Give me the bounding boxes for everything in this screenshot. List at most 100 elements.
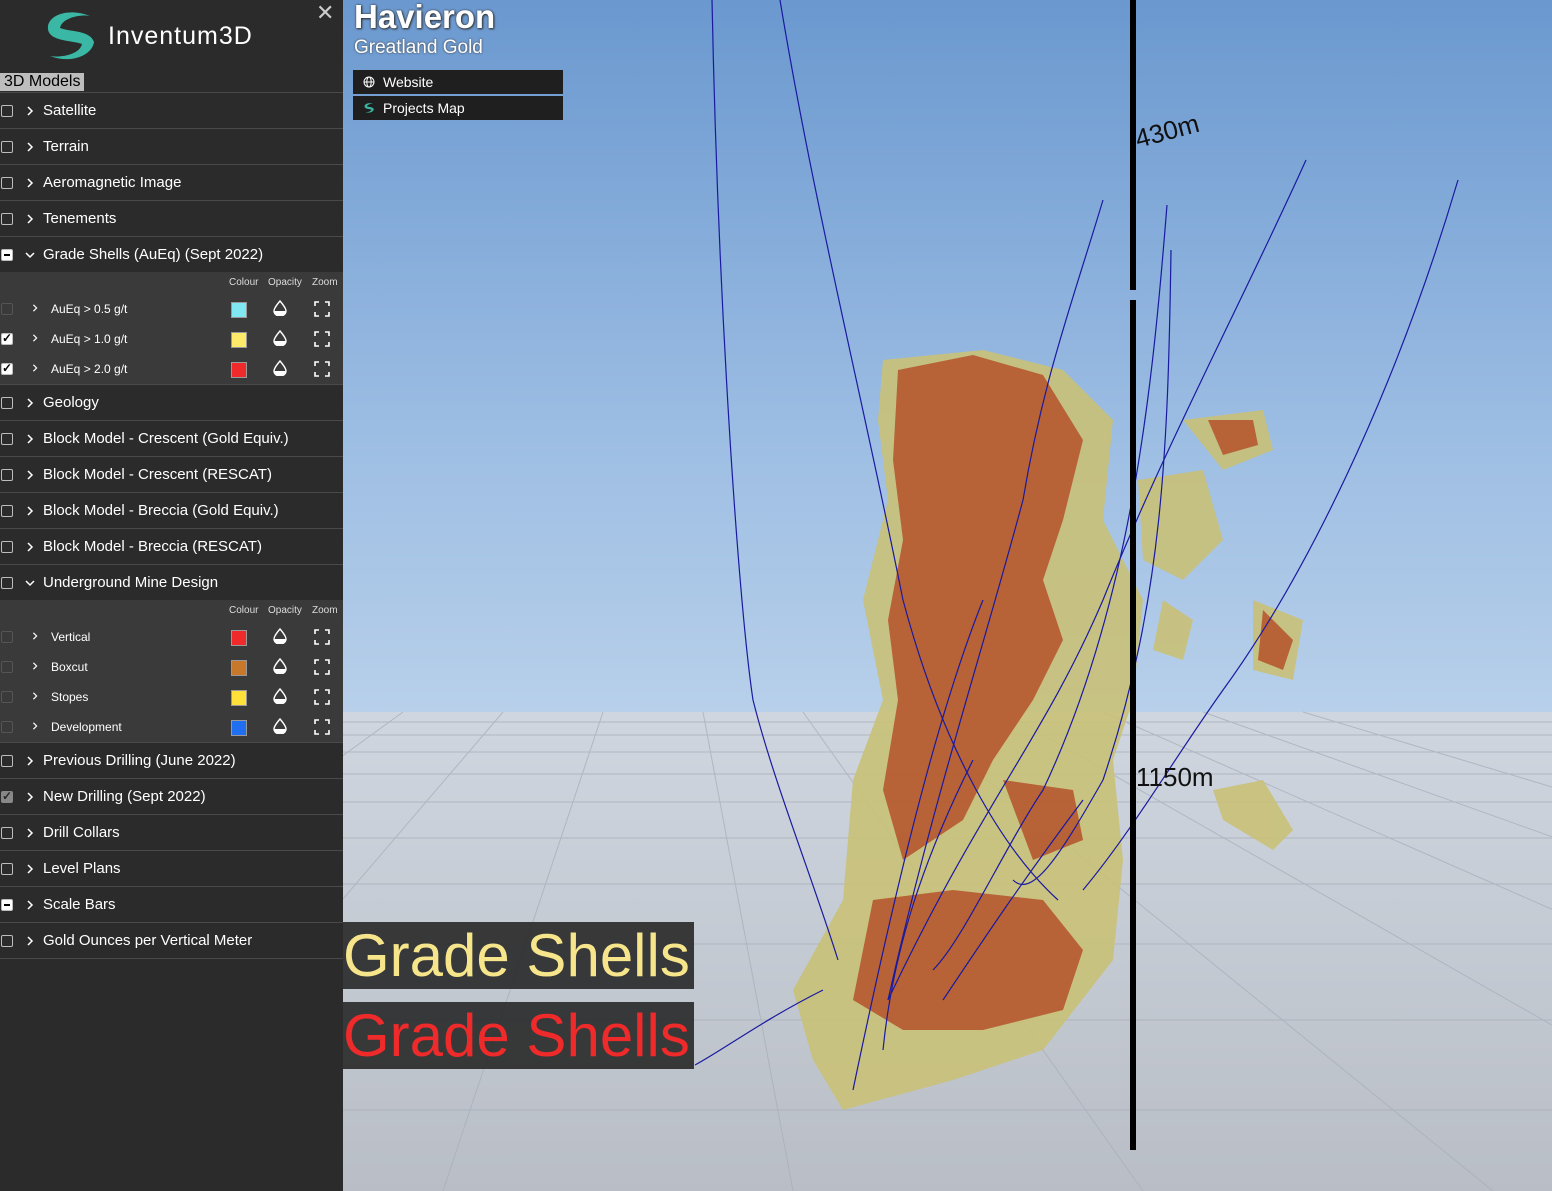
- sublayer-checkbox[interactable]: [1, 661, 13, 673]
- sublayer-aueq-1-0-g-t[interactable]: AuEq > 1.0 g/t: [0, 324, 343, 354]
- layer-checkbox[interactable]: [1, 576, 13, 589]
- layer-tenements[interactable]: Tenements: [0, 200, 343, 236]
- colour-swatch[interactable]: [231, 720, 247, 736]
- zoom-extent-icon[interactable]: [314, 659, 330, 675]
- tab-3d-models[interactable]: 3D Models: [0, 73, 85, 91]
- chevron-right-icon[interactable]: [31, 690, 41, 704]
- layer-checkbox[interactable]: [1, 540, 13, 553]
- layer-checkbox[interactable]: [1, 212, 13, 225]
- chevron-right-icon[interactable]: [31, 660, 41, 674]
- layer-grade-shells-aueq-sept-2022[interactable]: Grade Shells (AuEq) (Sept 2022): [0, 236, 343, 272]
- chevron-right-icon[interactable]: [25, 139, 35, 155]
- chevron-right-icon[interactable]: [25, 395, 35, 411]
- colour-swatch[interactable]: [231, 690, 247, 706]
- chevron-right-icon[interactable]: [25, 789, 35, 805]
- layer-gold-ounces-per-vertical-meter[interactable]: Gold Ounces per Vertical Meter: [0, 922, 343, 959]
- layer-block-model-crescent-gold-equiv[interactable]: Block Model - Crescent (Gold Equiv.): [0, 420, 343, 456]
- opacity-drop-icon[interactable]: [273, 627, 287, 645]
- close-icon[interactable]: ✕: [316, 0, 334, 26]
- chevron-down-icon[interactable]: [25, 247, 35, 263]
- chevron-right-icon[interactable]: [25, 753, 35, 769]
- chevron-right-icon[interactable]: [31, 720, 41, 734]
- sublayer-aueq-2-0-g-t[interactable]: AuEq > 2.0 g/t: [0, 354, 343, 384]
- zoom-extent-icon[interactable]: [314, 719, 330, 735]
- zoom-extent-icon[interactable]: [314, 331, 330, 347]
- colour-swatch[interactable]: [231, 660, 247, 676]
- colour-swatch[interactable]: [231, 362, 247, 378]
- chevron-right-icon[interactable]: [25, 211, 35, 227]
- layer-checkbox[interactable]: [1, 248, 13, 261]
- zoom-extent-icon[interactable]: [314, 689, 330, 705]
- layer-checkbox[interactable]: [1, 934, 13, 947]
- sublayer-boxcut[interactable]: Boxcut: [0, 652, 343, 682]
- chevron-right-icon[interactable]: [25, 503, 35, 519]
- chevron-right-icon[interactable]: [25, 861, 35, 877]
- layer-underground-mine-design[interactable]: Underground Mine Design: [0, 564, 343, 600]
- sublayer-aueq-0-5-g-t[interactable]: AuEq > 0.5 g/t: [0, 294, 343, 324]
- sublayer-development[interactable]: Development: [0, 712, 343, 742]
- chevron-right-icon[interactable]: [31, 362, 41, 376]
- zoom-extent-icon[interactable]: [314, 361, 330, 377]
- sublayer-label: AuEq > 2.0 g/t: [51, 362, 128, 376]
- layer-checkbox[interactable]: [1, 826, 13, 839]
- chevron-right-icon[interactable]: [31, 332, 41, 346]
- colour-swatch[interactable]: [231, 630, 247, 646]
- layer-level-plans[interactable]: Level Plans: [0, 850, 343, 886]
- zoom-extent-icon[interactable]: [314, 301, 330, 317]
- layer-block-model-breccia-gold-equiv[interactable]: Block Model - Breccia (Gold Equiv.): [0, 492, 343, 528]
- layer-checkbox[interactable]: [1, 504, 13, 517]
- chevron-right-icon[interactable]: [25, 467, 35, 483]
- chevron-right-icon[interactable]: [25, 431, 35, 447]
- layer-checkbox[interactable]: [1, 789, 13, 803]
- opacity-drop-icon[interactable]: [273, 299, 287, 317]
- chevron-right-icon[interactable]: [31, 630, 41, 644]
- layer-new-drilling-sept-2022[interactable]: New Drilling (Sept 2022): [0, 778, 343, 814]
- chevron-right-icon[interactable]: [25, 103, 35, 119]
- chevron-right-icon[interactable]: [25, 897, 35, 913]
- sublayer-checkbox[interactable]: [1, 691, 13, 703]
- sublayer-checkbox[interactable]: [1, 331, 13, 345]
- layer-checkbox[interactable]: [1, 468, 13, 481]
- sublayer-vertical[interactable]: Vertical: [0, 622, 343, 652]
- layer-checkbox[interactable]: [1, 754, 13, 767]
- layer-aeromagnetic-image[interactable]: Aeromagnetic Image: [0, 164, 343, 200]
- colour-swatch[interactable]: [231, 332, 247, 348]
- layer-block-model-crescent-rescat[interactable]: Block Model - Crescent (RESCAT): [0, 456, 343, 492]
- layer-satellite[interactable]: Satellite: [0, 92, 343, 128]
- layer-checkbox[interactable]: [1, 140, 13, 153]
- opacity-drop-icon[interactable]: [273, 657, 287, 675]
- zoom-extent-icon[interactable]: [314, 629, 330, 645]
- project-subtitle: Greatland Gold: [354, 37, 483, 58]
- opacity-drop-icon[interactable]: [273, 717, 287, 735]
- chevron-right-icon[interactable]: [25, 175, 35, 191]
- layer-checkbox[interactable]: [1, 104, 13, 117]
- chevron-right-icon[interactable]: [25, 825, 35, 841]
- layer-geology[interactable]: Geology: [0, 384, 343, 420]
- layer-previous-drilling-june-2022[interactable]: Previous Drilling (June 2022): [0, 742, 343, 778]
- website-button[interactable]: Website: [353, 70, 563, 94]
- opacity-drop-icon[interactable]: [273, 687, 287, 705]
- layer-block-model-breccia-rescat[interactable]: Block Model - Breccia (RESCAT): [0, 528, 343, 564]
- layer-checkbox[interactable]: [1, 862, 13, 875]
- sublayer-checkbox[interactable]: [1, 361, 13, 375]
- chevron-right-icon[interactable]: [25, 539, 35, 555]
- layer-checkbox[interactable]: [1, 432, 13, 445]
- chevron-down-icon[interactable]: [25, 575, 35, 591]
- sublayer-checkbox[interactable]: [1, 721, 13, 733]
- layer-drill-collars[interactable]: Drill Collars: [0, 814, 343, 850]
- layer-checkbox[interactable]: [1, 396, 13, 409]
- projects-map-button[interactable]: Projects Map: [353, 96, 563, 120]
- layer-scale-bars[interactable]: Scale Bars: [0, 886, 343, 922]
- layer-label: Gold Ounces per Vertical Meter: [43, 932, 253, 949]
- colour-swatch[interactable]: [231, 302, 247, 318]
- opacity-drop-icon[interactable]: [273, 359, 287, 377]
- chevron-right-icon[interactable]: [25, 933, 35, 949]
- sublayer-checkbox[interactable]: [1, 303, 13, 315]
- sublayer-checkbox[interactable]: [1, 631, 13, 643]
- chevron-right-icon[interactable]: [31, 302, 41, 316]
- opacity-drop-icon[interactable]: [273, 329, 287, 347]
- sublayer-stopes[interactable]: Stopes: [0, 682, 343, 712]
- layer-terrain[interactable]: Terrain: [0, 128, 343, 164]
- layer-checkbox[interactable]: [1, 176, 13, 189]
- layer-checkbox[interactable]: [1, 898, 13, 911]
